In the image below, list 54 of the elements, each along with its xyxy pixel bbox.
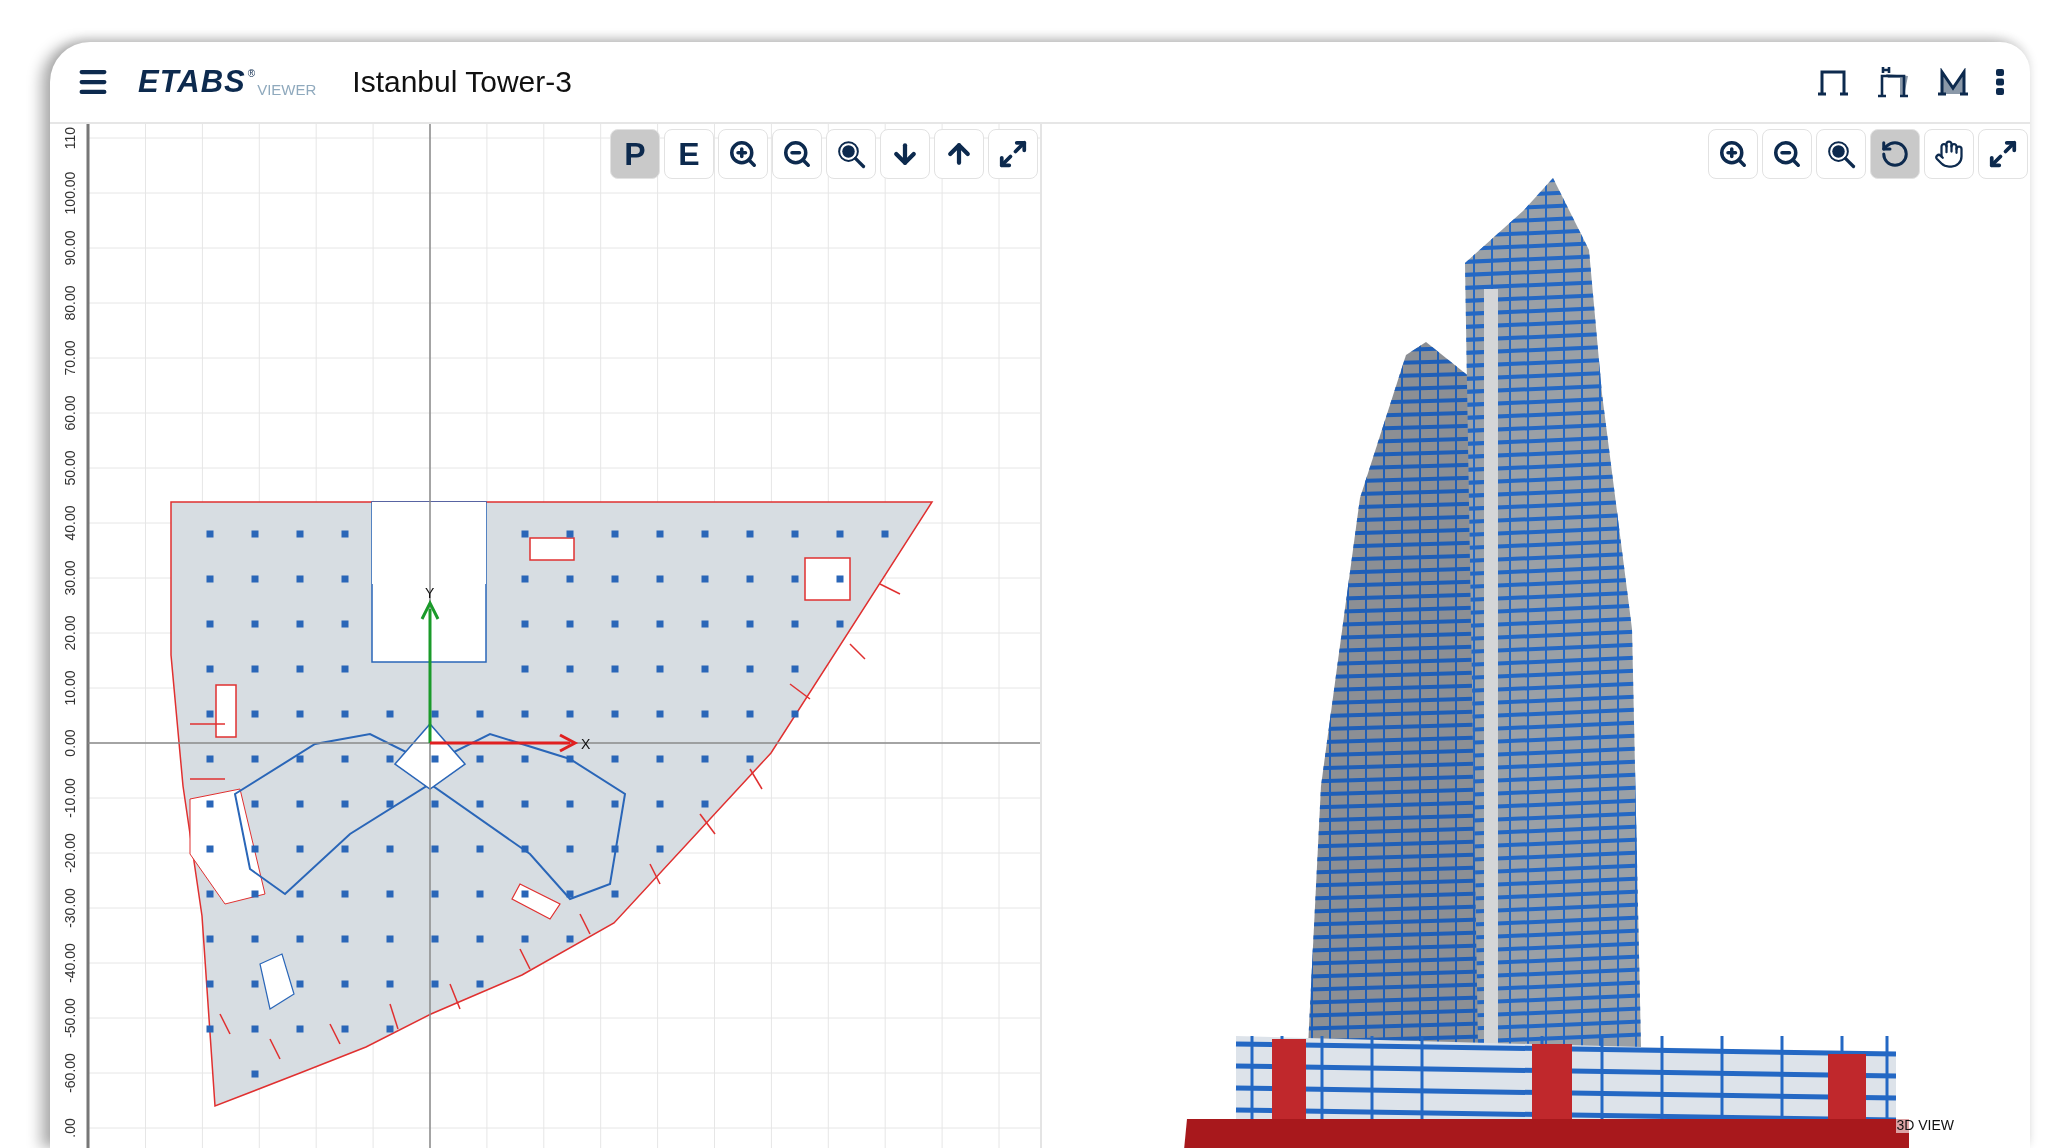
axis-tick-label: 80.00 (62, 285, 78, 321)
axis-tick-label: -10.00 (62, 778, 78, 818)
axis-tick-label: 30.00 (62, 560, 78, 596)
pan-button[interactable] (1924, 129, 1974, 179)
axis-tick-label: 100.00 (62, 171, 78, 215)
zoom-out-icon (1772, 139, 1802, 169)
rotate-button[interactable] (1870, 129, 1920, 179)
expand-icon (998, 139, 1028, 169)
axis-tick-label: 20.00 (62, 615, 78, 651)
axis-tick-label: 40.00 (62, 505, 78, 541)
axis-label: X (581, 736, 591, 752)
axis-tick-label: -40.00 (62, 943, 78, 983)
zoom-out-button[interactable] (772, 129, 822, 179)
zoom-in-button[interactable] (1708, 129, 1758, 179)
axis-tick-label: -30.00 (62, 888, 78, 928)
registered-mark: ® (247, 68, 256, 79)
down-button[interactable] (880, 129, 930, 179)
view-label: 3D VIEW (1896, 1117, 1954, 1133)
axis-tick-label: 50.00 (62, 450, 78, 486)
expand-icon (1988, 139, 2018, 169)
view-mode-button[interactable]: P (610, 129, 660, 179)
up-button[interactable] (934, 129, 984, 179)
axis-tick-label: 60.00 (62, 395, 78, 431)
zoom-fit-icon (1826, 139, 1856, 169)
expand-button[interactable] (1978, 129, 2028, 179)
zoom-out-icon (782, 139, 812, 169)
zoom-fit-button[interactable] (826, 129, 876, 179)
pan-hand-icon (1934, 139, 1964, 169)
deformed-frame-icon (1876, 66, 1910, 98)
logo-name: ETABS (138, 64, 246, 100)
axis-tick-label: .00 (62, 1118, 78, 1138)
zoom-in-button[interactable] (718, 129, 768, 179)
axis-tick-label: -50.00 (62, 998, 78, 1038)
axis-tick-label: 70.00 (62, 340, 78, 376)
zoom-fit-icon (836, 139, 866, 169)
zoom-out-button[interactable] (1762, 129, 1812, 179)
axis-tick-label: 0.00 (62, 729, 78, 757)
view-mode-button[interactable]: E (664, 129, 714, 179)
rotate-icon (1880, 139, 1910, 169)
axis-tick-label: 90.00 (62, 230, 78, 266)
zoom-in-icon (728, 139, 758, 169)
expand-button[interactable] (988, 129, 1038, 179)
axis-tick-label: 110 (62, 126, 78, 150)
frame-icon (1816, 68, 1850, 96)
project-title: Istanbul Tower-3 (352, 65, 572, 99)
zoom-in-icon (1718, 139, 1748, 169)
axis-tick-label: -20.00 (62, 833, 78, 873)
axis-tick-label: 10.00 (62, 670, 78, 706)
zoom-fit-button[interactable] (1816, 129, 1866, 179)
more-icon (1996, 69, 2004, 95)
axis-tick-label: -60.00 (62, 1053, 78, 1093)
moment-frame-icon (1936, 68, 1970, 96)
axis-label: Y (425, 585, 435, 601)
logo-subtitle: VIEWER (257, 81, 317, 98)
